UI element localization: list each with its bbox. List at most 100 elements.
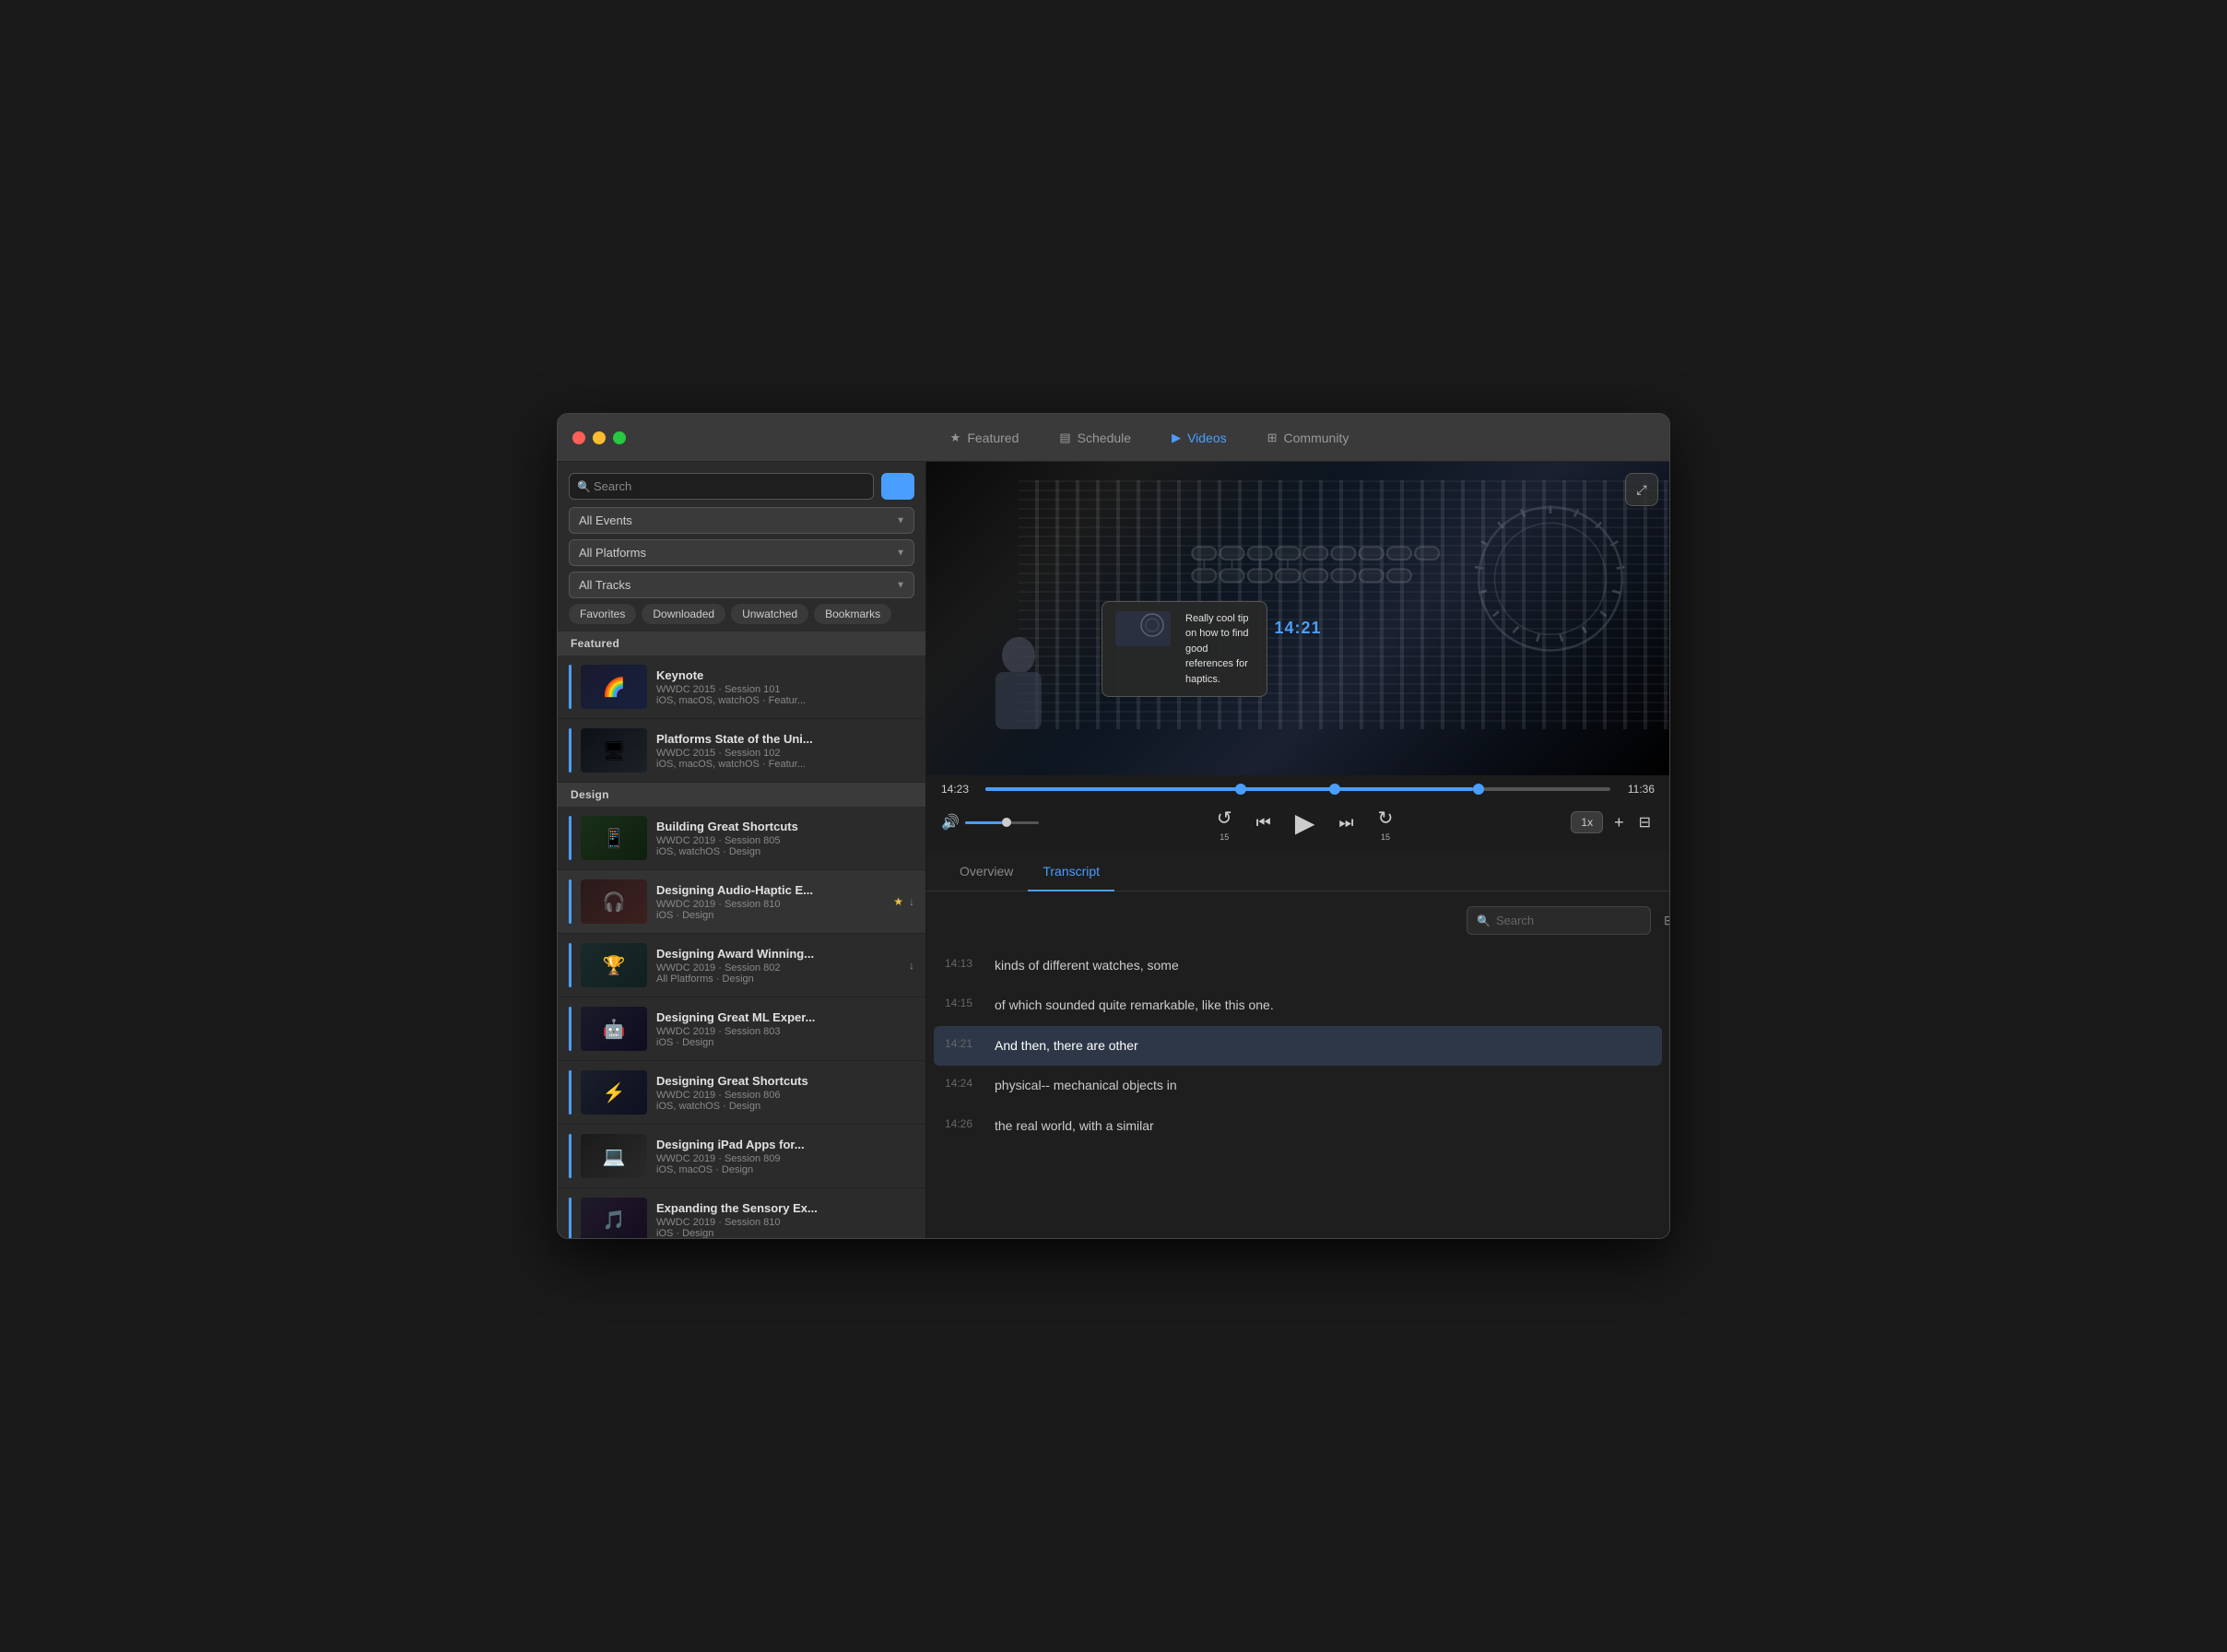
play-button[interactable]: ▶ (1291, 804, 1319, 842)
session-meta-2: All Platforms · Design (656, 974, 903, 985)
progress-thumb-1[interactable] (1235, 784, 1246, 795)
volume-thumb[interactable] (1002, 818, 1011, 827)
session-thumbnail: 📱 (581, 816, 647, 860)
presenter-area (982, 637, 1055, 729)
prev-button[interactable]: ⏮ (1253, 809, 1275, 836)
session-thumbnail: 🏆 (581, 943, 647, 987)
filter-pills: Favorites Downloaded Unwatched Bookmarks (569, 604, 914, 624)
download-badge: ↓ (909, 895, 914, 908)
transcript-tabs: Overview Transcript (926, 853, 1669, 891)
session-info: Designing Great ML Exper... WWDC 2019 · … (656, 1010, 914, 1048)
session-title: Expanding the Sensory Ex... (656, 1201, 914, 1215)
transcript-line[interactable]: 14:15 of which sounded quite remarkable,… (945, 985, 1651, 1025)
events-dropdown[interactable]: All Events (569, 507, 914, 534)
volume-track[interactable] (965, 821, 1039, 824)
tracks-dropdown[interactable]: All Tracks (569, 572, 914, 598)
list-item[interactable]: 🌈 Keynote WWDC 2015 · Session 101 iOS, m… (558, 655, 925, 719)
tab-videos[interactable]: ▶ Videos (1164, 427, 1234, 449)
nav-tabs: ★ Featured ▤ Schedule ▶ Videos ⊞ Communi… (644, 427, 1655, 449)
transcript-timestamp: 14:26 (945, 1115, 980, 1136)
session-title: Designing Great Shortcuts (656, 1074, 914, 1088)
expand-button[interactable]: ⤢ (1625, 473, 1658, 506)
star-badge: ★ (893, 895, 903, 908)
controls-row: 🔊 ↺ 15 ⏮ ▶ (941, 803, 1655, 842)
transcript-search-icon: 🔍 (1477, 914, 1491, 927)
player-controls: 14:23 11:36 🔊 (926, 775, 1669, 853)
rewind-label: 15 (1220, 833, 1229, 842)
next-button[interactable]: ⏭ (1335, 809, 1357, 836)
schedule-icon: ▤ (1059, 431, 1070, 445)
search-row: 🔍 (569, 473, 914, 500)
transcript-filter-icon[interactable]: ⊟ (1664, 913, 1669, 928)
progress-thumb-2[interactable] (1329, 784, 1340, 795)
filter-favorites[interactable]: Favorites (569, 604, 636, 624)
search-button[interactable] (881, 473, 914, 500)
transcript-text: And then, there are other (995, 1035, 1138, 1056)
session-thumbnail: ⚡ (581, 1070, 647, 1115)
tab-overview[interactable]: Overview (945, 853, 1028, 891)
time-marker: 14:21 (1274, 619, 1321, 638)
minimize-button[interactable] (593, 431, 606, 444)
tab-schedule[interactable]: ▤ Schedule (1052, 427, 1138, 449)
session-info: Designing iPad Apps for... WWDC 2019 · S… (656, 1138, 914, 1175)
tab-community-label: Community (1284, 431, 1349, 445)
remaining-time: 11:36 (1620, 783, 1655, 796)
forward-wrap: ↻ 15 (1374, 803, 1397, 842)
tab-community[interactable]: ⊞ Community (1260, 427, 1357, 449)
filter-bookmarks[interactable]: Bookmarks (814, 604, 891, 624)
close-button[interactable] (572, 431, 585, 444)
session-info: Designing Great Shortcuts WWDC 2019 · Se… (656, 1074, 914, 1112)
session-meta-1: WWDC 2019 · Session 802 (656, 962, 903, 974)
transcript-line[interactable]: 14:13 kinds of different watches, some (945, 946, 1651, 985)
session-meta-1: WWDC 2019 · Session 810 (656, 899, 888, 910)
transcript-line[interactable]: 14:24 physical-- mechanical objects in (945, 1066, 1651, 1105)
filter-unwatched[interactable]: Unwatched (731, 604, 808, 624)
airplay-button[interactable]: ⊟ (1635, 809, 1655, 835)
progress-fill (985, 787, 1473, 791)
progress-track[interactable] (985, 787, 1610, 791)
tooltip-text: Really cool tip on how to find good refe… (1185, 611, 1254, 688)
list-item[interactable]: 🎵 Expanding the Sensory Ex... WWDC 2019 … (558, 1188, 925, 1238)
session-info: Designing Audio-Haptic E... WWDC 2019 · … (656, 883, 888, 921)
section-header-featured: Featured (558, 631, 925, 655)
session-meta-2: iOS, watchOS · Design (656, 1101, 914, 1112)
add-bookmark-button[interactable]: + (1610, 809, 1628, 836)
speed-button[interactable]: 1x (1571, 811, 1603, 833)
maximize-button[interactable] (613, 431, 626, 444)
filter-downloaded[interactable]: Downloaded (642, 604, 725, 624)
session-meta-1: WWDC 2015 · Session 101 (656, 684, 914, 695)
progress-thumb-3[interactable] (1473, 784, 1484, 795)
session-info: Platforms State of the Uni... WWDC 2015 … (656, 732, 914, 770)
list-item[interactable]: 💻 Designing iPad Apps for... WWDC 2019 ·… (558, 1125, 925, 1188)
list-item[interactable]: 🖥 Platforms State of the Uni... WWDC 201… (558, 719, 925, 783)
session-thumbnail: 🖥 (581, 728, 647, 773)
events-dropdown-container: All Events ▼ (569, 507, 914, 534)
transcript-line-active[interactable]: 14:21 And then, there are other (934, 1026, 1662, 1066)
list-item[interactable]: 🤖 Designing Great ML Exper... WWDC 2019 … (558, 997, 925, 1061)
videos-icon: ▶ (1172, 431, 1181, 445)
rewind-button[interactable]: ↺ (1213, 803, 1236, 833)
community-icon: ⊞ (1267, 431, 1278, 445)
list-item[interactable]: ⚡ Designing Great Shortcuts WWDC 2019 · … (558, 1061, 925, 1125)
tooltip-thumb (1115, 611, 1171, 646)
transcript-line[interactable]: 14:26 the real world, with a similar (945, 1106, 1651, 1146)
session-meta-1: WWDC 2015 · Session 102 (656, 748, 914, 759)
session-info: Designing Award Winning... WWDC 2019 · S… (656, 947, 903, 985)
forward-button[interactable]: ↻ (1374, 803, 1397, 833)
transcript-search-input[interactable] (1496, 914, 1658, 927)
list-item[interactable]: 🏆 Designing Award Winning... WWDC 2019 ·… (558, 934, 925, 997)
session-thumbnail: 💻 (581, 1134, 647, 1178)
session-meta-2: iOS · Design (656, 1037, 914, 1048)
session-meta-1: WWDC 2019 · Session 806 (656, 1090, 914, 1101)
session-meta-1: WWDC 2019 · Session 809 (656, 1153, 914, 1164)
transcript-search-row: 🔍 ⊟ (945, 906, 1651, 935)
list-item[interactable]: 📱 Building Great Shortcuts WWDC 2019 · S… (558, 807, 925, 870)
tab-featured[interactable]: ★ Featured (943, 427, 1027, 449)
sidebar-controls: 🔍 All Events ▼ All Platforms ▼ (558, 462, 925, 631)
tab-transcript[interactable]: Transcript (1028, 853, 1114, 891)
sidebar: 🔍 All Events ▼ All Platforms ▼ (558, 462, 926, 1238)
tab-featured-label: Featured (967, 431, 1019, 445)
search-input[interactable] (569, 473, 874, 500)
platforms-dropdown[interactable]: All Platforms (569, 539, 914, 566)
list-item[interactable]: 🎧 Designing Audio-Haptic E... WWDC 2019 … (558, 870, 925, 934)
